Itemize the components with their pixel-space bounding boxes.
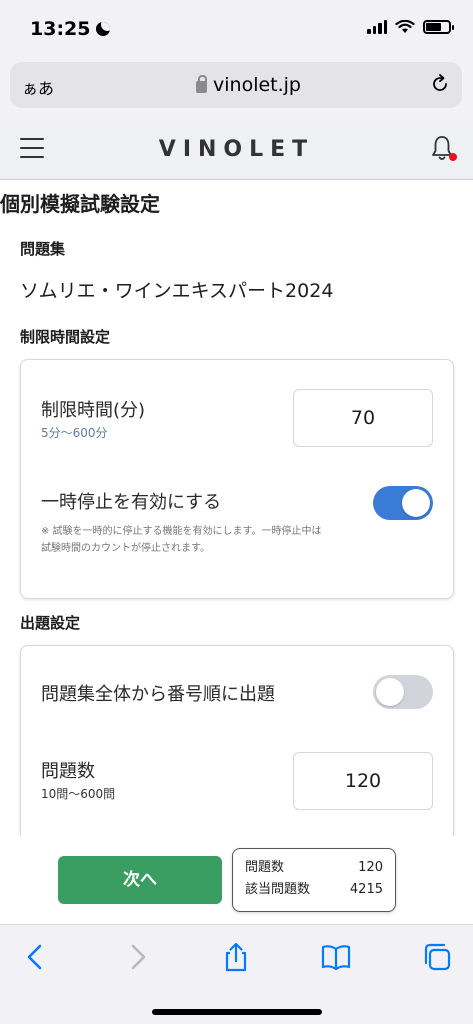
pause-label: 一時停止を有効にする xyxy=(41,492,222,513)
reload-icon[interactable] xyxy=(430,74,450,94)
sequential-toggle[interactable] xyxy=(373,675,433,709)
time-settings-card: 制限時間(分) 5分〜600分 70 一時停止を有効にする ※ 試験を一時的に停… xyxy=(20,359,454,599)
back-icon[interactable] xyxy=(20,941,52,973)
question-count-input[interactable]: 120 xyxy=(293,752,433,810)
collection-name: ソムリエ・ワインエキスパート2024 xyxy=(20,280,334,302)
pause-note: ※ 試験を一時的に停止する機能を有効にします。一時停止中は試験時間のカウントが停… xyxy=(41,526,322,554)
browser-toolbar xyxy=(0,924,473,1024)
pause-toggle[interactable] xyxy=(373,486,433,520)
sequential-label: 問題集全体から番号順に出題 xyxy=(41,684,275,705)
battery-icon xyxy=(423,20,454,34)
text-size-button[interactable]: ぁあ xyxy=(22,75,54,99)
tabs-icon[interactable] xyxy=(421,941,453,973)
question-settings-card: 問題集全体から番号順に出題 問題数 10問〜600問 120 xyxy=(20,645,454,865)
summary-count-value: 120 xyxy=(358,860,383,875)
time-limit-hint: 5分〜600分 xyxy=(41,426,108,440)
time-limit-input[interactable]: 70 xyxy=(293,389,433,447)
site-header: VINOLET xyxy=(0,120,473,180)
summary-matching-value: 4215 xyxy=(349,882,383,897)
summary-matching-label: 該当問題数 xyxy=(245,882,311,897)
address-bar[interactable]: ぁあ vinolet.jp xyxy=(10,62,462,108)
home-indicator xyxy=(152,1009,322,1015)
forward-icon[interactable] xyxy=(121,941,153,973)
question-count-hint: 10問〜600問 xyxy=(41,787,116,801)
summary-count-label: 問題数 xyxy=(245,860,285,875)
wifi-icon xyxy=(395,20,415,33)
share-icon[interactable] xyxy=(220,941,252,973)
page-title: 個別模擬試験設定 xyxy=(0,192,160,216)
notification-dot xyxy=(449,153,457,161)
collection-section-label: 問題集 xyxy=(20,240,66,258)
next-button[interactable]: 次へ xyxy=(58,856,222,904)
cellular-signal-icon xyxy=(367,20,387,34)
browser-address-area: ぁあ vinolet.jp xyxy=(0,58,473,120)
site-logo[interactable]: VINOLET xyxy=(0,137,473,162)
status-bar: 13:25 xyxy=(0,0,473,58)
question-count-label: 問題数 xyxy=(41,761,95,782)
status-time: 13:25 xyxy=(30,18,91,40)
action-bar: 次へ 問題数 120 該当問題数 4215 xyxy=(0,836,473,924)
bookmarks-icon[interactable] xyxy=(320,941,352,973)
time-section-label: 制限時間設定 xyxy=(20,328,111,346)
lock-icon xyxy=(196,75,207,93)
time-limit-label: 制限時間(分) xyxy=(41,400,146,421)
moon-icon xyxy=(96,22,111,36)
url-text: vinolet.jp xyxy=(213,74,301,96)
question-section-label: 出題設定 xyxy=(20,614,81,632)
question-summary-box: 問題数 120 該当問題数 4215 xyxy=(232,848,396,912)
